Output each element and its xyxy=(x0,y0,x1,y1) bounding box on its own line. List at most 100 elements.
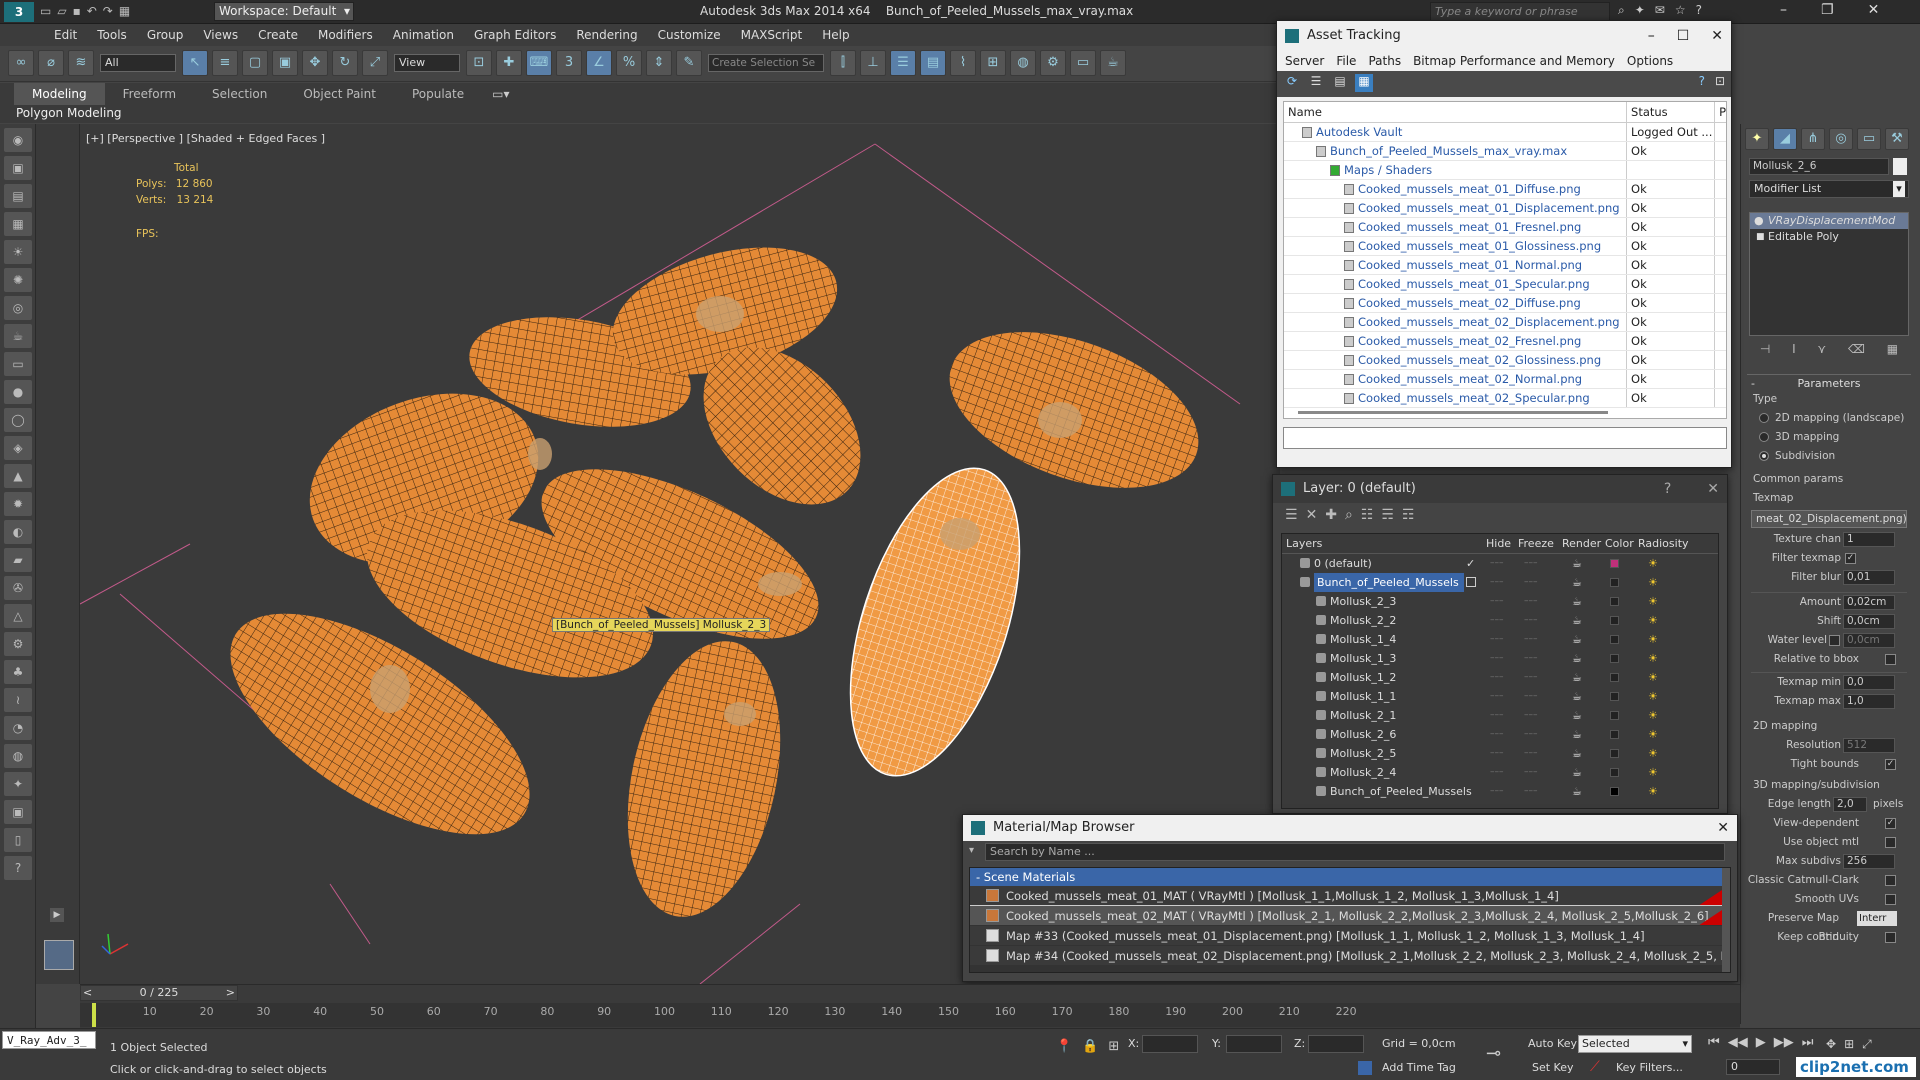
color-column-header[interactable]: Color xyxy=(1605,534,1634,554)
keyboard-shortcut-icon[interactable]: ⌨ xyxy=(526,50,552,76)
preserve-map-dropdown[interactable]: Interr xyxy=(1857,911,1897,926)
camera-icon[interactable]: ◔ xyxy=(4,716,32,740)
display-tab-icon[interactable]: ▭ xyxy=(1857,128,1881,150)
workspace-dropdown[interactable]: Workspace: Default ▾ xyxy=(214,2,354,21)
globe-icon[interactable]: ◍ xyxy=(4,744,32,768)
radio-selected-icon[interactable] xyxy=(1759,451,1769,461)
rectangular-selection-icon[interactable]: ▢ xyxy=(242,50,268,76)
motion-tab-icon[interactable]: ◎ xyxy=(1829,128,1853,150)
communication-icon[interactable]: ✉ xyxy=(1655,3,1665,18)
set-current-box-icon[interactable] xyxy=(1466,577,1476,587)
asset-row[interactable]: Bunch_of_Peeled_Mussels_max_vray.max Ok xyxy=(1284,141,1726,161)
rotate-icon[interactable]: ↻ xyxy=(332,50,358,76)
unlink-icon[interactable]: ⌀ xyxy=(38,50,64,76)
hide-toggle-icon[interactable]: ––– xyxy=(1490,725,1504,744)
configure-sets-icon[interactable]: ▦ xyxy=(1887,342,1898,360)
menu-item[interactable]: Create xyxy=(248,24,308,46)
hide-toggle-icon[interactable]: ––– xyxy=(1490,744,1504,763)
ribbon-options-icon[interactable]: ▭▾ xyxy=(482,83,519,105)
angle-snap-icon[interactable]: ∠ xyxy=(586,50,612,76)
modify-tab-icon[interactable]: ◢ xyxy=(1773,128,1797,150)
project-folder-icon[interactable]: ▦ xyxy=(119,4,130,18)
radiosity-icon[interactable]: ☀ xyxy=(1648,687,1658,706)
bind-space-warp-icon[interactable]: ≋ xyxy=(68,50,94,76)
tight-bounds-checkbox[interactable]: ✓ xyxy=(1885,759,1896,770)
render-teapot-icon[interactable]: ☕ xyxy=(1572,592,1582,611)
layer-row[interactable]: Bunch_of_Peeled_Mussels ––– ––– ☕ ☀ xyxy=(1282,573,1718,592)
lock-selection-icon[interactable]: 🔒 xyxy=(1082,1039,1098,1054)
asset-row[interactable]: Cooked_mussels_meat_02_Glossiness.png Ok xyxy=(1284,350,1726,370)
help-icon[interactable]: ? xyxy=(1699,74,1705,88)
edge-length-spinner[interactable]: 2,0 xyxy=(1833,797,1867,812)
freeze-toggle-icon[interactable]: ––– xyxy=(1524,554,1538,573)
menu-item[interactable]: Graph Editors xyxy=(464,24,566,46)
menu-item[interactable]: Modifiers xyxy=(308,24,383,46)
material-search-input[interactable]: Search by Name ... xyxy=(985,843,1725,861)
radiosity-icon[interactable]: ☀ xyxy=(1648,630,1658,649)
key-icon[interactable]: ⊸ xyxy=(1486,1043,1501,1064)
gizmo-icon[interactable]: △ xyxy=(4,604,32,628)
plant-icon[interactable]: ♣ xyxy=(4,660,32,684)
monitor-icon[interactable]: ▣ xyxy=(4,800,32,824)
set-key-button[interactable]: Set Key xyxy=(1532,1061,1574,1074)
render-teapot-icon[interactable]: ☕ xyxy=(1572,554,1582,573)
list-view-icon[interactable]: ☰ xyxy=(1307,74,1325,92)
radiosity-icon[interactable]: ☀ xyxy=(1648,725,1658,744)
save-file-icon[interactable]: ▪ xyxy=(73,4,81,18)
remove-modifier-icon[interactable]: ⌫ xyxy=(1848,342,1865,360)
close-icon[interactable]: ✕ xyxy=(1707,475,1719,503)
transform-mode-icon[interactable]: ⊞ xyxy=(1108,1039,1119,1054)
pin-stack-icon[interactable]: ⊣ xyxy=(1760,342,1770,360)
z-coordinate-field[interactable] xyxy=(1308,1035,1364,1053)
snaps-toggle-icon[interactable]: 3 xyxy=(556,50,582,76)
layer-row[interactable]: Mollusk_1_2 ––– ––– ☕ ☀ xyxy=(1282,668,1718,687)
mirror-icon[interactable]: ⫿ xyxy=(830,50,856,76)
parameters-header[interactable]: - Parameters xyxy=(1747,377,1911,390)
close-icon[interactable]: ✕ xyxy=(1717,815,1729,841)
render-teapot-icon[interactable]: ☕ xyxy=(1572,763,1582,782)
hide-toggle-icon[interactable]: ––– xyxy=(1490,649,1504,668)
cog-icon[interactable]: ⚙ xyxy=(4,632,32,656)
viewport-label[interactable]: [+] [Perspective ] [Shaded + Edged Faces… xyxy=(86,132,325,145)
hide-toggle-icon[interactable]: ––– xyxy=(1490,554,1504,573)
classic-catmull-checkbox[interactable] xyxy=(1885,875,1896,886)
freeze-all-icon[interactable]: ☶ xyxy=(1402,507,1415,527)
spinner-snap-icon[interactable]: ⇕ xyxy=(646,50,672,76)
redo-icon[interactable]: ↷ xyxy=(103,4,113,18)
hair-icon[interactable]: ≀ xyxy=(4,688,32,712)
asset-tracking-titlebar[interactable]: Asset Tracking – ☐ ✕ xyxy=(1277,21,1731,51)
material-row[interactable]: Map #34 (Cooked_mussels_meat_02_Displace… xyxy=(970,946,1730,966)
geosphere-icon[interactable]: ◈ xyxy=(4,436,32,460)
pivot-center-icon[interactable]: ⊡ xyxy=(466,50,492,76)
file-icon[interactable]: ▯ xyxy=(4,828,32,852)
material-row[interactable]: Map #33 (Cooked_mussels_meat_01_Displace… xyxy=(970,926,1730,946)
layer-color-swatch[interactable] xyxy=(1610,635,1619,644)
refresh-icon[interactable]: ⟳ xyxy=(1283,74,1301,92)
type-option-subdivision[interactable]: Subdivision xyxy=(1747,447,1911,466)
hide-all-icon[interactable]: ☴ xyxy=(1381,507,1394,527)
subscription-icon[interactable]: ✦ xyxy=(1635,3,1645,18)
menu-item[interactable]: Animation xyxy=(383,24,464,46)
material-row[interactable]: Cooked_mussels_meat_02_MAT ( VRayMtl ) [… xyxy=(970,905,1730,927)
render-teapot-icon[interactable]: ☕ xyxy=(1572,725,1582,744)
layer-color-swatch[interactable] xyxy=(1610,730,1619,739)
resolution-spinner[interactable]: 512 xyxy=(1843,738,1895,753)
add-to-layer-icon[interactable]: ✚ xyxy=(1325,507,1337,527)
help-search-input[interactable]: Type a keyword or phrase xyxy=(1430,2,1610,21)
menu-item[interactable]: Group xyxy=(137,24,194,46)
material-editor-icon[interactable]: ◍ xyxy=(1010,50,1036,76)
edit-named-selection-icon[interactable]: ✎ xyxy=(676,50,702,76)
select-by-name-icon[interactable]: ≡ xyxy=(212,50,238,76)
shift-spinner[interactable]: 0,0cm xyxy=(1843,614,1895,629)
ribbon-tab[interactable]: Populate xyxy=(394,83,482,105)
minimize-icon[interactable]: – xyxy=(1780,2,1787,18)
layer-row[interactable]: Mollusk_2_2 ––– ––– ☕ ☀ xyxy=(1282,611,1718,630)
freeze-column-header[interactable]: Freeze xyxy=(1518,534,1554,554)
freeze-toggle-icon[interactable]: ––– xyxy=(1524,611,1538,630)
help-icon[interactable]: ? xyxy=(1664,475,1671,503)
schematic-view-icon[interactable]: ⊞ xyxy=(980,50,1006,76)
radio-icon[interactable] xyxy=(1759,413,1769,423)
auto-key-button[interactable]: Auto Key xyxy=(1528,1037,1577,1050)
hide-toggle-icon[interactable]: ––– xyxy=(1490,706,1504,725)
radiosity-icon[interactable]: ☀ xyxy=(1648,744,1658,763)
